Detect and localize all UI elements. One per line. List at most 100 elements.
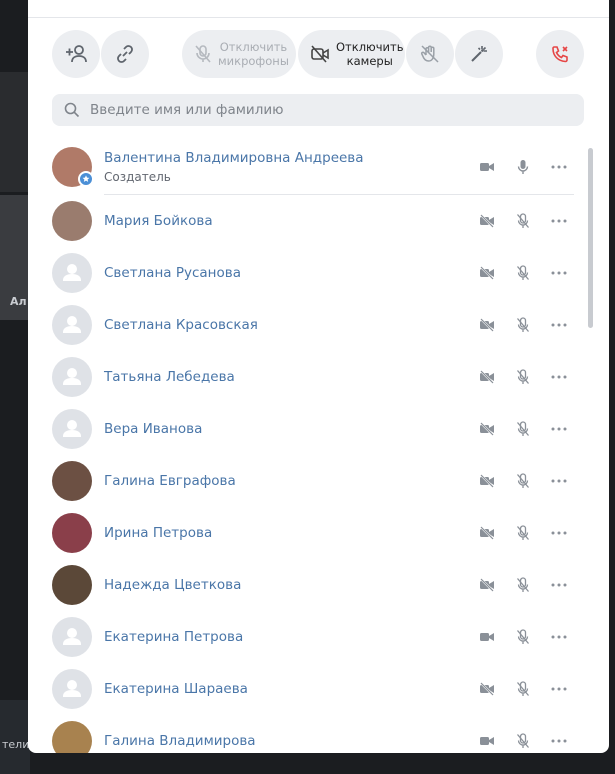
participant-name[interactable]: Вера Иванова: [104, 421, 202, 437]
participant-list: Валентина Владимировна Андреева Создатель…: [28, 141, 609, 753]
participant-name[interactable]: Екатерина Шараева: [104, 681, 248, 697]
avatar: [52, 617, 92, 657]
camera-off-icon[interactable]: [477, 367, 497, 387]
avatar: [52, 461, 92, 501]
panel-top-strip: [28, 0, 609, 18]
disable-all-cameras-label: Отключить камеры: [336, 40, 404, 68]
raise-hand-button[interactable]: [406, 30, 454, 78]
avatar: [52, 513, 92, 553]
participant-row[interactable]: Мария Бойкова: [28, 195, 588, 247]
participant-role: Создатель: [104, 170, 171, 184]
more-options-icon[interactable]: [549, 575, 569, 595]
mic-on-icon[interactable]: [513, 157, 533, 177]
camera-off-icon[interactable]: [477, 679, 497, 699]
mic-off-icon[interactable]: [513, 679, 533, 699]
background-tile-label: тели: [2, 738, 30, 751]
hand-off-icon: [420, 44, 440, 64]
more-options-icon[interactable]: [549, 419, 569, 439]
call-controls-bar: Отключить микрофоны Отключить камеры: [28, 30, 609, 78]
camera-off-icon[interactable]: [477, 471, 497, 491]
more-options-icon[interactable]: [549, 263, 569, 283]
avatar: [52, 357, 92, 397]
more-options-icon[interactable]: [549, 211, 569, 231]
participants-panel: Отключить микрофоны Отключить камеры Вве…: [28, 0, 609, 753]
add-participant-button[interactable]: [52, 30, 100, 78]
mic-off-icon[interactable]: [513, 263, 533, 283]
participant-name[interactable]: Галина Владимирова: [104, 733, 256, 749]
background-video-tile: [0, 72, 30, 192]
camera-off-icon[interactable]: [477, 523, 497, 543]
camera-on-icon[interactable]: [477, 731, 497, 751]
mic-off-icon: [194, 44, 212, 64]
camera-off-icon[interactable]: [477, 315, 497, 335]
camera-on-icon[interactable]: [477, 157, 497, 177]
avatar: [52, 409, 92, 449]
mic-off-icon[interactable]: [513, 471, 533, 491]
disable-all-cameras-button[interactable]: Отключить камеры: [298, 30, 405, 78]
participant-row[interactable]: Екатерина Петрова: [28, 611, 588, 663]
camera-on-icon[interactable]: [477, 627, 497, 647]
participant-row[interactable]: Валентина Владимировна Андреева Создатель: [28, 141, 588, 195]
participant-row[interactable]: Галина Владимирова: [28, 715, 588, 753]
camera-off-icon[interactable]: [477, 263, 497, 283]
mic-off-icon[interactable]: [513, 367, 533, 387]
participant-name[interactable]: Светлана Русанова: [104, 265, 241, 281]
background-tile-label: Ал: [10, 295, 27, 308]
background-video-tile: [0, 700, 30, 774]
wand-icon: [469, 44, 489, 64]
participant-row[interactable]: Галина Евграфова: [28, 455, 588, 507]
avatar: [52, 305, 92, 345]
avatar: [52, 669, 92, 709]
more-options-icon[interactable]: [549, 679, 569, 699]
camera-off-icon[interactable]: [477, 575, 497, 595]
participant-search[interactable]: [52, 94, 584, 126]
camera-off-icon: [310, 45, 330, 63]
more-options-icon[interactable]: [549, 471, 569, 491]
participant-name[interactable]: Валентина Владимировна Андреева: [104, 150, 364, 166]
copy-link-button[interactable]: [101, 30, 149, 78]
search-input[interactable]: [88, 101, 562, 119]
effects-button[interactable]: [455, 30, 503, 78]
participant-name[interactable]: Надежда Цветкова: [104, 577, 241, 593]
search-icon: [64, 102, 80, 118]
participant-row[interactable]: Светлана Красовская: [28, 299, 588, 351]
add-user-icon: [65, 44, 87, 64]
camera-off-icon[interactable]: [477, 211, 497, 231]
participant-row[interactable]: Светлана Русанова: [28, 247, 588, 299]
mic-off-icon[interactable]: [513, 575, 533, 595]
mic-off-icon[interactable]: [513, 315, 533, 335]
participant-name[interactable]: Мария Бойкова: [104, 213, 213, 229]
more-options-icon[interactable]: [549, 627, 569, 647]
mic-off-icon[interactable]: [513, 627, 533, 647]
avatar: [52, 201, 92, 241]
participant-name[interactable]: Галина Евграфова: [104, 473, 236, 489]
mic-off-icon[interactable]: [513, 419, 533, 439]
participant-name[interactable]: Светлана Красовская: [104, 317, 258, 333]
avatar: [52, 565, 92, 605]
participant-row[interactable]: Татьяна Лебедева: [28, 351, 588, 403]
creator-star-icon: [78, 171, 94, 187]
more-options-icon[interactable]: [549, 157, 569, 177]
more-options-icon[interactable]: [549, 523, 569, 543]
participant-row[interactable]: Вера Иванова: [28, 403, 588, 455]
more-options-icon[interactable]: [549, 731, 569, 751]
camera-off-icon[interactable]: [477, 419, 497, 439]
participant-row[interactable]: Надежда Цветкова: [28, 559, 588, 611]
participant-name[interactable]: Татьяна Лебедева: [104, 369, 235, 385]
leave-call-button[interactable]: [536, 30, 584, 78]
phone-leave-icon: [550, 44, 570, 64]
participant-name[interactable]: Ирина Петрова: [104, 525, 212, 541]
list-scrollbar[interactable]: [588, 148, 593, 328]
mute-all-mics-label: Отключить микрофоны: [218, 40, 289, 68]
avatar: [52, 253, 92, 293]
mute-all-mics-button[interactable]: Отключить микрофоны: [182, 30, 296, 78]
participant-row[interactable]: Екатерина Шараева: [28, 663, 588, 715]
mic-off-icon[interactable]: [513, 731, 533, 751]
mic-off-icon[interactable]: [513, 211, 533, 231]
participant-row[interactable]: Ирина Петрова: [28, 507, 588, 559]
link-icon: [115, 44, 135, 64]
more-options-icon[interactable]: [549, 315, 569, 335]
more-options-icon[interactable]: [549, 367, 569, 387]
participant-name[interactable]: Екатерина Петрова: [104, 629, 243, 645]
mic-off-icon[interactable]: [513, 523, 533, 543]
